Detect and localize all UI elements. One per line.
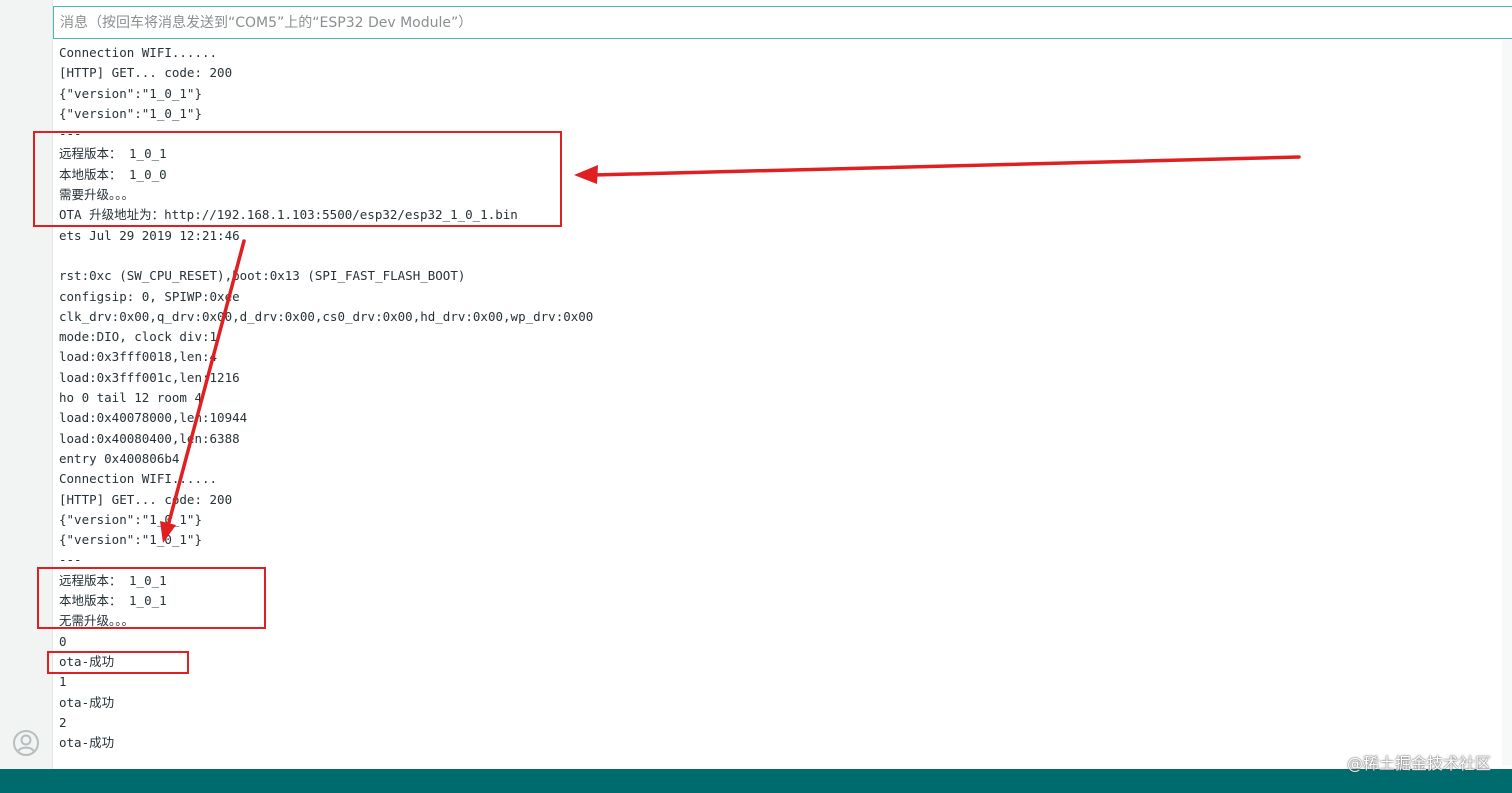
serial-output-line: [HTTP] GET... code: 200 bbox=[59, 65, 233, 81]
serial-output-line: 1 bbox=[59, 674, 67, 690]
serial-output-line: {"version":"1_0_1"} bbox=[59, 511, 202, 527]
serial-output-line: clk_drv:0x00,q_drv:0x00,d_drv:0x00,cs0_d… bbox=[59, 308, 594, 324]
serial-output-line: 需要升级。。。 bbox=[59, 187, 135, 203]
serial-output-line: load:0x40078000,len:10944 bbox=[59, 410, 248, 426]
serial-output-line: 无需升级。。。 bbox=[59, 613, 135, 629]
serial-output-line: ota-成功 bbox=[59, 653, 115, 669]
account-icon[interactable] bbox=[12, 729, 40, 757]
serial-output-line: {"version":"1_0_1"} bbox=[59, 105, 202, 121]
serial-output-line: entry 0x400806b4 bbox=[59, 450, 180, 466]
serial-output-line bbox=[59, 246, 1479, 266]
output-scrollbar[interactable] bbox=[1502, 40, 1512, 766]
serial-output-line: Connection WIFI...... bbox=[59, 471, 218, 487]
serial-output-line: 0 bbox=[59, 633, 67, 649]
serial-message-input[interactable] bbox=[53, 6, 1512, 39]
serial-output-line: {"version":"1_0_1"} bbox=[59, 85, 202, 101]
serial-output-line: Connection WIFI...... bbox=[59, 45, 218, 60]
serial-output-line: OTA 升级地址为：http://192.168.1.103:5500/esp3… bbox=[59, 207, 518, 223]
serial-output-line: 远程版本： 1_0_1 bbox=[59, 146, 167, 162]
serial-output-line: ho 0 tail 12 room 4 bbox=[59, 390, 202, 406]
serial-output-line: 2 bbox=[59, 714, 67, 730]
serial-output-line: 本地版本： 1_0_1 bbox=[59, 593, 167, 609]
serial-output-line: load:0x40080400,len:6388 bbox=[59, 430, 240, 446]
serial-output-line: ets Jul 29 2019 12:21:46 bbox=[59, 227, 240, 243]
serial-output-line: load:0x3fff0018,len:4 bbox=[59, 349, 218, 365]
serial-output-line: 本地版本： 1_0_0 bbox=[59, 166, 167, 182]
serial-output-line: ota-成功 bbox=[59, 735, 115, 751]
activity-sidebar bbox=[0, 0, 53, 769]
serial-output-line: --- bbox=[59, 552, 82, 568]
serial-output-line: mode:DIO, clock div:1 bbox=[59, 329, 218, 345]
watermark-text: @稀土掘金技术社区 bbox=[1346, 754, 1491, 773]
serial-output-line: --- bbox=[59, 126, 82, 142]
serial-output-line: configsip: 0, SPIWP:0xee bbox=[59, 288, 240, 304]
serial-output-line: load:0x3fff001c,len:1216 bbox=[59, 369, 240, 385]
status-bar bbox=[0, 769, 1512, 793]
serial-output-line: [HTTP] GET... code: 200 bbox=[59, 491, 233, 507]
serial-output-line: {"version":"1_0_1"} bbox=[59, 532, 202, 548]
serial-output-panel: Connection WIFI...... [HTTP] GET... code:… bbox=[59, 43, 1479, 763]
serial-monitor-window: Connection WIFI...... [HTTP] GET... code:… bbox=[0, 0, 1512, 793]
serial-output-line: rst:0xc (SW_CPU_RESET),boot:0x13 (SPI_FA… bbox=[59, 268, 466, 284]
serial-output-line: 远程版本： 1_0_1 bbox=[59, 572, 167, 588]
serial-output-line: ota-成功 bbox=[59, 694, 115, 710]
